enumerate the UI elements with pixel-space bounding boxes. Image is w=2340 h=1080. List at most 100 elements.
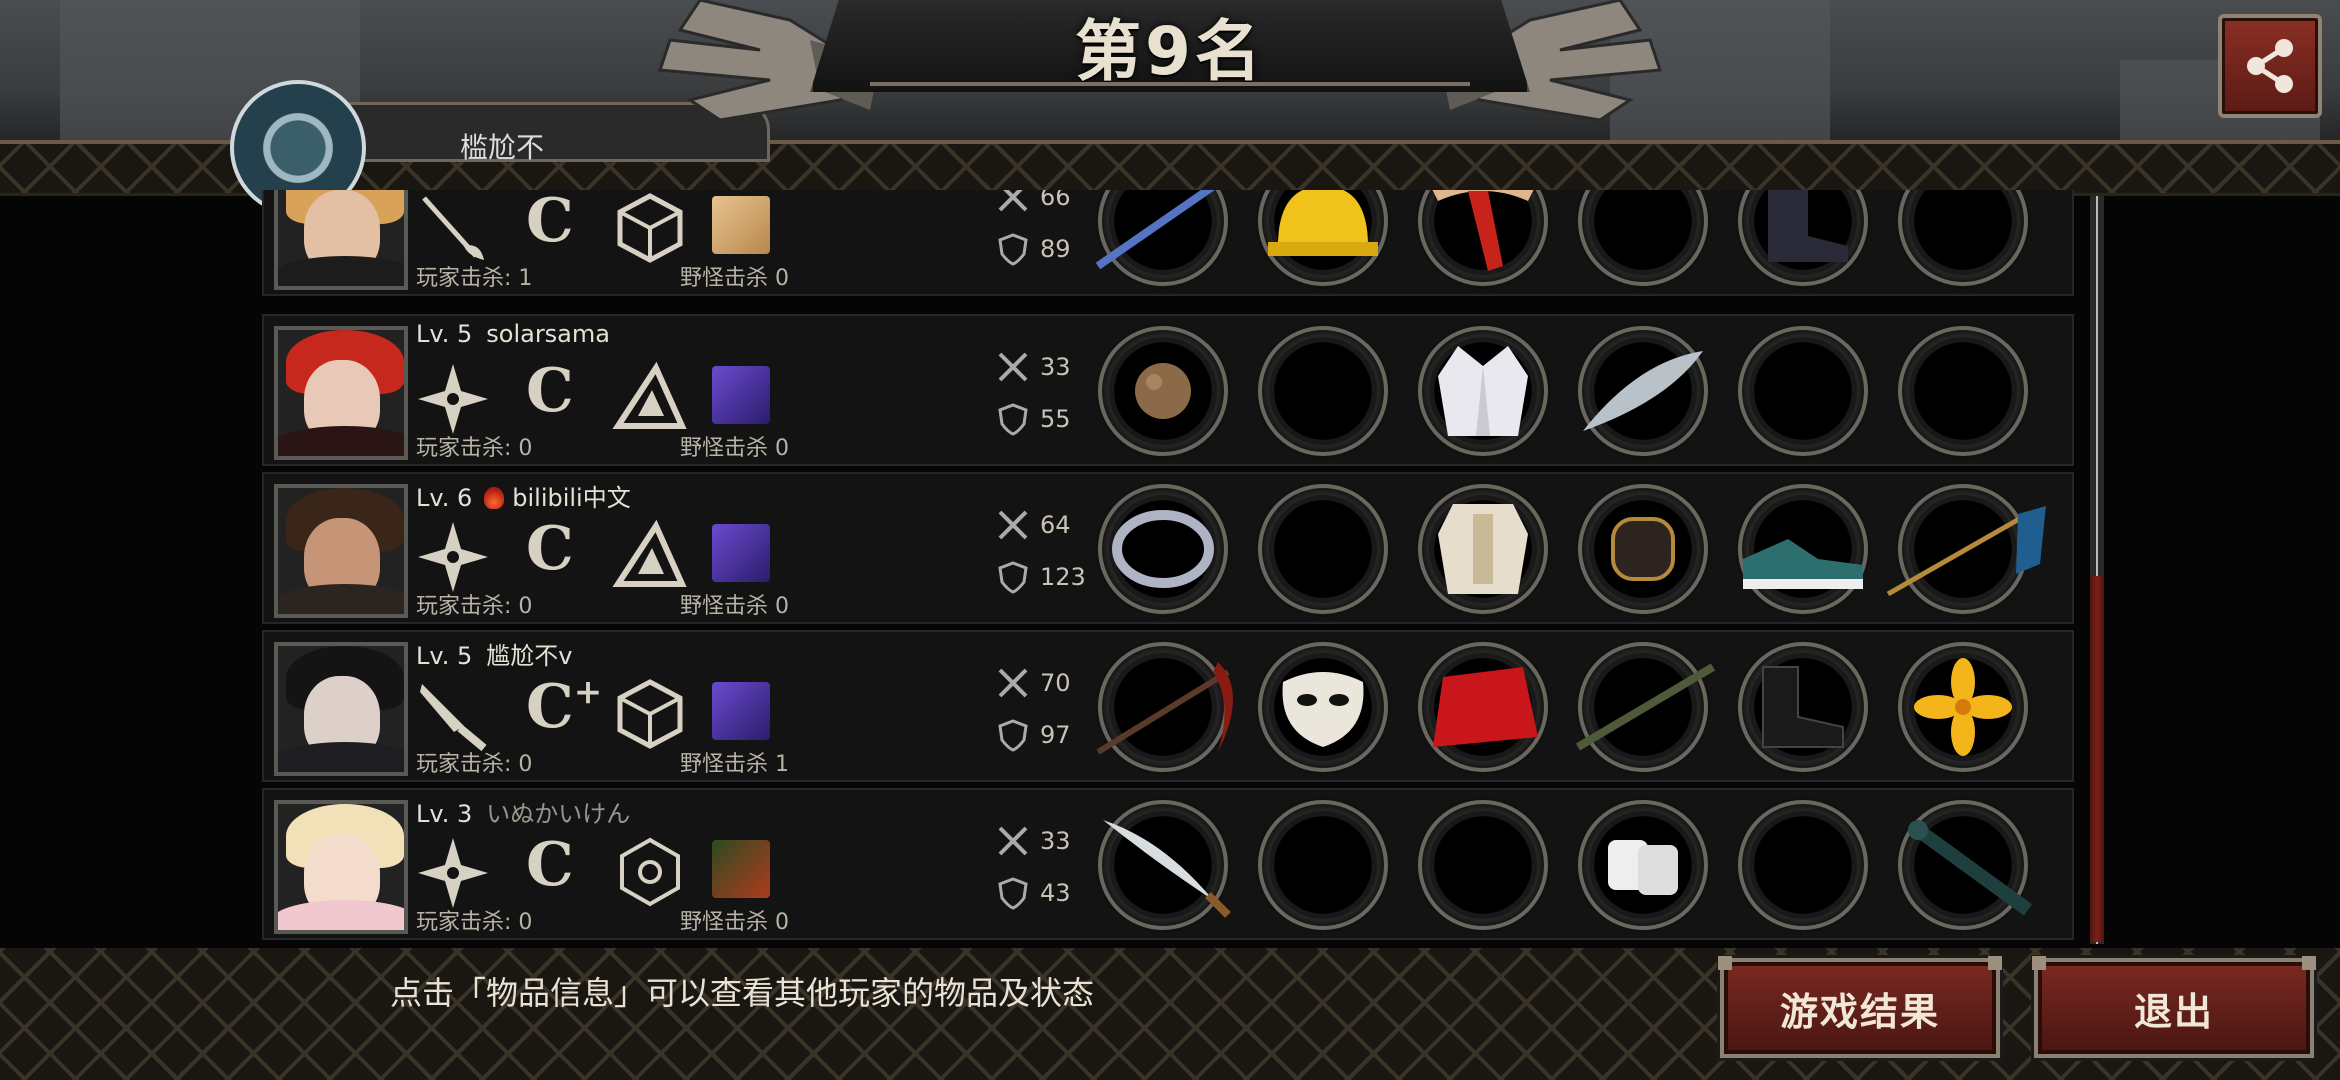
grade-label: C [526, 830, 574, 900]
player-roster[interactable]: C 玩家击杀: 1 野怪击杀 0 66 89 Lv. 5 solarsama C … [262, 190, 2074, 942]
item-slot[interactable] [1096, 642, 1233, 772]
defense-stat: 97 [996, 718, 1071, 752]
item-slot[interactable] [1898, 190, 2028, 286]
baton-icon [1908, 820, 2033, 916]
fist-trait-icon [712, 196, 770, 254]
item-slots [1098, 800, 2033, 930]
crossed-swords-icon [998, 826, 1028, 856]
knife-icon [420, 684, 487, 752]
player-row[interactable]: Lv. 5 尴尬不v C+ 玩家击杀: 0 野怪击杀 1 70 97 [262, 630, 2074, 782]
item-slot[interactable] [1898, 642, 2028, 772]
crossed-swords-icon [998, 668, 1028, 698]
item-slot[interactable] [1898, 800, 2033, 930]
player-avatar[interactable] [274, 484, 408, 618]
item-slot[interactable] [1738, 190, 1868, 286]
player-header: Lv. 3 いぬかいけん [416, 800, 631, 828]
item-slot[interactable] [1258, 642, 1388, 772]
player-row[interactable]: C 玩家击杀: 1 野怪击杀 0 66 89 [262, 190, 2074, 296]
player-kills: 玩家击杀: 1 [416, 266, 533, 291]
shield-icon [998, 719, 1028, 752]
monster-kills: 野怪击杀 0 [680, 910, 789, 935]
player-kills: 玩家击杀: 0 [416, 594, 533, 619]
rock-icon [1135, 363, 1191, 419]
white-suit-icon [1438, 346, 1528, 436]
item-slot[interactable] [1418, 326, 1548, 456]
portrait-trait-icon [712, 840, 770, 898]
item-slot[interactable] [1886, 484, 2046, 614]
item-slot[interactable] [1898, 326, 2028, 456]
item-slot[interactable] [1258, 190, 1388, 286]
item-slot[interactable] [1098, 484, 1228, 614]
scimitar-icon [1103, 820, 1231, 918]
bracelet-icon [1112, 510, 1214, 588]
boots-icon [1768, 190, 1848, 262]
share-button[interactable] [2218, 14, 2322, 118]
hexcube-icon [617, 193, 683, 263]
stick-icon [1575, 663, 1716, 751]
player-row[interactable]: Lv. 3 いぬかいけん C 玩家击杀: 0 野怪击杀 0 33 43 [262, 788, 2074, 940]
item-slots [1098, 484, 2046, 614]
item-slot[interactable] [1578, 190, 1708, 286]
player-header: Lv. 6 bilibili中文 [416, 484, 631, 512]
item-slot[interactable] [1418, 484, 1548, 614]
item-slot[interactable] [1738, 326, 1868, 456]
item-slot[interactable] [1575, 642, 1716, 772]
feather-blade-icon [1583, 351, 1703, 431]
item-slot[interactable] [1578, 326, 1708, 456]
player-kills: 玩家击杀: 0 [416, 752, 533, 777]
hexagon-icon [620, 837, 680, 907]
crossed-swords-icon [998, 190, 1028, 212]
item-slot[interactable] [1738, 642, 1868, 772]
rapier-icon [422, 196, 484, 260]
purple-beast-icon [712, 524, 770, 582]
purple-beast-icon [712, 366, 770, 424]
item-slot[interactable] [1418, 642, 1548, 772]
item-slot[interactable] [1258, 326, 1388, 456]
page-title: 第9名 [1075, 13, 1265, 90]
exit-button[interactable]: 退出 [2032, 956, 2316, 1058]
item-slot[interactable] [1578, 484, 1708, 614]
item-slot[interactable] [1418, 800, 1548, 930]
grade-label: C [526, 514, 574, 584]
item-slot[interactable] [1258, 800, 1388, 930]
shuriken-icon [418, 364, 488, 434]
armor-icon [1438, 504, 1528, 594]
monster-kills: 野怪击杀 0 [680, 266, 789, 291]
player-header: Lv. 5 solarsama [416, 320, 610, 348]
defense-stat: 89 [996, 232, 1071, 266]
item-slot[interactable] [1738, 800, 1868, 930]
item-slot[interactable] [1578, 800, 1708, 930]
attack-stat: 33 [996, 824, 1071, 858]
hint-text: 点击「物品信息」可以查看其他玩家的物品及状态 [390, 974, 1095, 1012]
item-slot[interactable] [1098, 800, 1231, 930]
hexcube-icon [617, 679, 683, 749]
player-row[interactable]: Lv. 5 solarsama C 玩家击杀: 0 野怪击杀 0 33 55 [262, 314, 2074, 466]
game-result-button[interactable]: 游戏结果 [1718, 956, 2002, 1058]
item-slot[interactable] [1258, 484, 1388, 614]
shuriken-icon [418, 522, 488, 592]
triangle-icon [612, 361, 687, 429]
monster-kills: 野怪击杀 0 [680, 436, 789, 461]
item-slot[interactable] [1095, 190, 1228, 286]
red-dress-icon [1433, 667, 1538, 747]
attack-stat: 70 [996, 666, 1071, 700]
item-slot[interactable] [1738, 484, 1868, 614]
shuriken-icon [418, 838, 488, 908]
player-avatar[interactable] [274, 642, 408, 776]
rank-title-banner: 第9名 [810, 0, 1530, 92]
item-slot[interactable] [1418, 190, 1548, 286]
player-avatar[interactable] [274, 190, 408, 290]
player-row[interactable]: Lv. 6 bilibili中文 C 玩家击杀: 0 野怪击杀 0 64 123 [262, 472, 2074, 624]
player-avatar[interactable] [274, 326, 408, 460]
attack-stat: 66 [996, 190, 1071, 214]
attack-stat: 33 [996, 350, 1071, 384]
attack-stat: 64 [996, 508, 1071, 542]
item-slots [1096, 642, 2028, 772]
player-kills: 玩家击杀: 0 [416, 436, 533, 461]
crossed-swords-icon [998, 352, 1028, 382]
scrollbar-thumb[interactable] [2090, 576, 2104, 942]
shield-icon [998, 877, 1028, 910]
item-slot[interactable] [1098, 326, 1228, 456]
shield-icon [998, 403, 1028, 436]
player-avatar[interactable] [274, 800, 408, 934]
